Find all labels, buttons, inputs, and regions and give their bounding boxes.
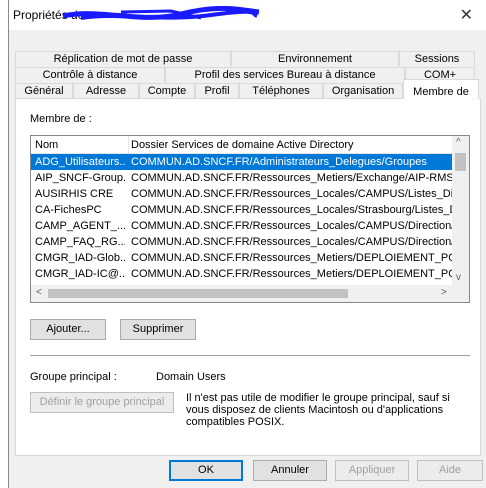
ok-button[interactable]: OK (169, 460, 243, 481)
title-bar: Propriétés de ✕ (9, 0, 486, 30)
scroll-down-icon[interactable]: v (456, 272, 461, 283)
table-row[interactable]: CMGR_IAD-IC@... COMMUN.AD.SNCF.FR/Ressour… (31, 266, 454, 282)
tab-profile[interactable]: Profil (195, 83, 239, 98)
primary-group-info: Il n'est pas utile de modifier le groupe… (186, 392, 450, 428)
table-row[interactable]: AUSIRHIS CRE COMMUN.AD.SNCF.FR/Ressources… (31, 186, 454, 202)
tab-account[interactable]: Compte (139, 83, 195, 98)
table-row[interactable]: CMGR_IAD-Glob... COMMUN.AD.SNCF.FR/Ressou… (31, 250, 454, 266)
table-row[interactable]: CAMP_FAQ_RG... COMMUN.AD.SNCF.FR/Ressourc… (31, 234, 454, 250)
tab-password-replication[interactable]: Réplication de mot de passe (15, 51, 231, 66)
group-name-cell: AUSIRHIS CRE (35, 188, 114, 200)
set-primary-group-button[interactable]: Définir le groupe principal (30, 392, 174, 413)
horizontal-scrollbar[interactable]: < > (31, 285, 454, 302)
table-row[interactable]: AIP_SNCF-Group... COMMUN.AD.SNCF.FR/Resso… (31, 170, 454, 186)
horizontal-scroll-thumb[interactable] (48, 289, 348, 298)
group-folder-cell: COMMUN.AD.SNCF.FR/Ressources_Locales/CAM… (131, 188, 454, 200)
cancel-button[interactable]: Annuler (253, 460, 327, 481)
column-separator[interactable] (128, 136, 129, 153)
scroll-up-icon[interactable]: ^ (456, 137, 461, 148)
column-header-folder[interactable]: Dossier Services de domaine Active Direc… (131, 139, 354, 151)
tab-address[interactable]: Adresse (73, 83, 139, 98)
primary-group-label: Groupe principal : (30, 371, 117, 383)
scroll-left-icon[interactable]: < (36, 287, 42, 298)
tab-sessions[interactable]: Sessions (399, 51, 475, 66)
group-folder-cell: COMMUN.AD.SNCF.FR/Ressources_Metiers/DEP… (131, 268, 454, 280)
group-folder-cell: COMMUN.AD.SNCF.FR/Ressources_Locales/CAM… (131, 236, 454, 248)
group-name-cell: CMGR_IAD-IC@... (35, 268, 125, 280)
tab-row-3: Général Adresse Compte Profil Téléphones… (9, 79, 486, 99)
tab-organisation[interactable]: Organisation (323, 83, 403, 98)
group-folder-cell: COMMUN.AD.SNCF.FR/Administrateurs_Delegu… (131, 156, 427, 168)
member-of-label: Membre de : (30, 113, 92, 125)
scroll-right-icon[interactable]: > (441, 287, 447, 298)
tab-rds-profile[interactable]: Profil des services Bureau à distance (165, 67, 405, 82)
scrollbar-corner (452, 285, 469, 302)
list-header: Nom Dossier Services de domaine Active D… (31, 136, 454, 154)
tab-remote-control[interactable]: Contrôle à distance (15, 67, 165, 82)
tab-telephones[interactable]: Téléphones (239, 83, 323, 98)
member-of-panel: Membre de : Nom Dossier Services de doma… (15, 98, 481, 456)
apply-button[interactable]: Appliquer (335, 460, 409, 481)
group-folder-cell: COMMUN.AD.SNCF.FR/Ressources_Locales/CAM… (131, 220, 454, 232)
close-icon[interactable]: ✕ (460, 5, 473, 25)
tab-member-of[interactable]: Membre de (403, 79, 479, 99)
vertical-scrollbar[interactable]: ^ v (452, 136, 469, 286)
column-header-name[interactable]: Nom (35, 139, 58, 151)
tab-environment[interactable]: Environnement (231, 51, 399, 66)
tab-general[interactable]: Général (15, 83, 73, 98)
group-name-cell: CAMP_AGENT_... (35, 220, 125, 232)
dialog-footer: OK Annuler Appliquer Aide (9, 456, 486, 488)
vertical-scroll-thumb[interactable] (455, 153, 466, 171)
groups-list[interactable]: Nom Dossier Services de domaine Active D… (30, 135, 470, 303)
group-name-cell: CA-FichesPC (35, 204, 102, 216)
remove-button[interactable]: Supprimer (120, 319, 196, 340)
add-button[interactable]: Ajouter... (30, 319, 106, 340)
group-folder-cell: COMMUN.AD.SNCF.FR/Ressources_Locales/Str… (131, 204, 454, 216)
properties-dialog: Propriétés de ✕ Réplication de mot de pa… (8, 0, 486, 488)
tab-row-1: Réplication de mot de passe Environnemen… (9, 51, 486, 67)
group-name-cell: AIP_SNCF-Group... (35, 172, 125, 184)
section-divider (30, 355, 470, 356)
primary-group-value: Domain Users (156, 371, 226, 383)
help-button[interactable]: Aide (417, 460, 483, 481)
group-folder-cell: COMMUN.AD.SNCF.FR/Ressources_Metiers/Exc… (131, 172, 454, 184)
table-row[interactable]: CAMP_AGENT_... COMMUN.AD.SNCF.FR/Ressourc… (31, 218, 454, 234)
table-row[interactable]: CA-FichesPC COMMUN.AD.SNCF.FR/Ressources_… (31, 202, 454, 218)
group-name-cell: ADG_Utilisateurs... (35, 156, 125, 168)
group-folder-cell: COMMUN.AD.SNCF.FR/Ressources_Metiers/DEP… (131, 252, 454, 264)
redaction-scribble (62, 6, 260, 20)
group-name-cell: CMGR_IAD-Glob... (35, 252, 125, 264)
table-row[interactable]: ADG_Utilisateurs... COMMUN.AD.SNCF.FR/Adm… (31, 154, 454, 170)
group-name-cell: CAMP_FAQ_RG... (35, 236, 125, 248)
